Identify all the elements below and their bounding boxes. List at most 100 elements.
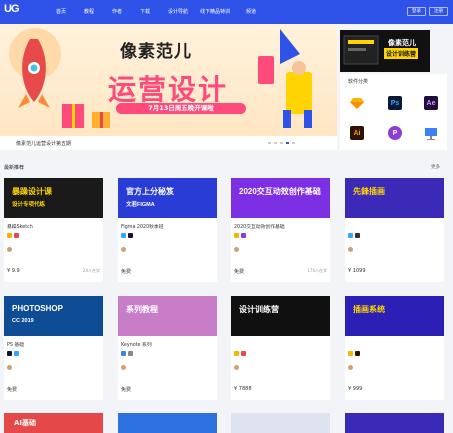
software-badge-icon [7, 351, 12, 356]
course-card-partial[interactable]: AI基础 [4, 413, 103, 433]
course-thumbnail[interactable]: PHOTOSHOP CC 2019 [4, 296, 103, 336]
main-nav: 首页 教程 作者 下载 设计导航 线下精品特训 频道 [56, 8, 274, 15]
software-badge-icon [348, 233, 353, 238]
learner-count: 176人在学 [307, 268, 327, 273]
nav-item-authors[interactable]: 作者 [112, 8, 140, 15]
course-card[interactable]: 先鋒插画 ¥ 1099 [345, 178, 444, 282]
photoshop-icon[interactable]: Ps [388, 96, 402, 110]
course-software-icons [348, 351, 360, 356]
course-title[interactable]: 2020交互动效创作基础 [234, 223, 285, 230]
software-badge-icon [241, 233, 246, 238]
sketch-icon[interactable] [350, 96, 364, 110]
course-author[interactable] [121, 365, 129, 370]
site-logo[interactable]: UG [4, 3, 24, 21]
course-card[interactable]: 插画系统 ¥ 999 [345, 296, 444, 400]
course-software-icons [121, 233, 133, 238]
course-author[interactable] [234, 247, 242, 252]
course-card-partial[interactable] [118, 413, 217, 433]
banner-title: 像素范儿 [120, 42, 192, 61]
after-effects-icon[interactable]: Ae [424, 96, 438, 110]
course-price: ¥ 1099 [348, 268, 366, 274]
principle-icon[interactable]: P [388, 126, 402, 140]
banner-dot[interactable] [268, 142, 271, 144]
avatar[interactable] [121, 247, 126, 252]
course-card-partial[interactable] [345, 413, 444, 433]
software-badge-icon [234, 233, 239, 238]
nav-item-offline-training[interactable]: 线下精品特训 [200, 8, 246, 15]
banner-dot[interactable] [292, 142, 295, 144]
course-price: ¥ 999 [348, 386, 363, 392]
software-panel-title: 软件分类 [348, 79, 369, 85]
nav-item-tutorials[interactable]: 教程 [84, 8, 112, 15]
course-thumbnail[interactable]: 先鋒插画 [345, 178, 444, 218]
avatar[interactable] [7, 247, 12, 252]
course-price: 免费 [121, 387, 132, 393]
keynote-icon[interactable] [424, 126, 438, 140]
section-more-link[interactable]: 更多 [431, 164, 440, 170]
software-badge-icon [128, 233, 133, 238]
course-title[interactable]: PS 基础 [7, 341, 24, 348]
illustrator-icon[interactable]: Ai [350, 126, 364, 140]
promo-ad[interactable]: 像素范儿 设计训练营 [340, 30, 430, 72]
course-author[interactable] [348, 247, 356, 252]
course-thumbnail[interactable]: 系列教程 [118, 296, 217, 336]
nav-item-channel[interactable]: 频道 [246, 8, 274, 15]
course-thumbnail[interactable]: 设计训练营 [231, 296, 330, 336]
thumbnail-subline: 文若FIGMA [126, 202, 155, 208]
software-badge-icon [355, 233, 360, 238]
nav-item-downloads[interactable]: 下载 [140, 8, 168, 15]
hero-banner[interactable]: 像素范儿 运营设计 7月13日周五晚开课啦 [0, 24, 337, 136]
avatar[interactable] [348, 247, 353, 252]
course-title[interactable]: 暴躁Sketch [7, 223, 33, 230]
section-title: 最新推荐 [4, 165, 25, 171]
course-card[interactable]: PHOTOSHOP CC 2019 PS 基础 免费 [4, 296, 103, 400]
course-title[interactable]: Keynote 系列 [121, 341, 152, 348]
software-badge-icon [14, 351, 19, 356]
course-thumbnail[interactable]: 暴躁设计课 设计专项代练 [4, 178, 103, 218]
avatar[interactable] [7, 365, 12, 370]
avatar[interactable] [348, 365, 353, 370]
software-badge-icon [348, 351, 353, 356]
banner-dot-active[interactable] [286, 142, 289, 144]
course-card[interactable]: 2020交互动效创作基础 2020交互动效创作基础 免费 176人在学 [231, 178, 330, 282]
software-badge-icon [355, 351, 360, 356]
course-card[interactable]: 暴躁设计课 设计专项代练 暴躁Sketch ¥ 9.9 24人在学 [4, 178, 103, 282]
course-author[interactable] [7, 365, 15, 370]
course-thumbnail[interactable]: 官方上分秘笈 文若FIGMA [118, 178, 217, 218]
thumbnail-headline: 先鋒插画 [353, 187, 385, 196]
course-card[interactable]: 设计训练营 ¥ 7888 [231, 296, 330, 400]
course-thumbnail[interactable]: 插画系统 [345, 296, 444, 336]
course-software-icons [234, 351, 246, 356]
course-thumbnail[interactable]: 2020交互动效创作基础 [231, 178, 330, 218]
course-card[interactable]: 官方上分秘笈 文若FIGMA Figma 2020秋季班 免费 [118, 178, 217, 282]
banner-dot[interactable] [274, 142, 277, 144]
nav-item-design-nav[interactable]: 设计导航 [168, 8, 200, 15]
course-card-partial[interactable] [231, 413, 330, 433]
software-badge-icon [7, 233, 12, 238]
banner-dot[interactable] [280, 142, 283, 144]
course-author[interactable] [348, 365, 356, 370]
nav-item-home[interactable]: 首页 [56, 8, 84, 15]
course-author[interactable] [7, 247, 15, 252]
course-author[interactable] [234, 365, 242, 370]
avatar[interactable] [234, 247, 239, 252]
course-price: 免费 [234, 269, 245, 275]
register-button[interactable]: 注册 [429, 7, 448, 16]
course-software-icons [7, 233, 19, 238]
login-button[interactable]: 登录 [407, 7, 426, 16]
software-badge-icon [128, 351, 133, 356]
course-author[interactable] [121, 247, 129, 252]
course-price: ¥ 7888 [234, 386, 252, 392]
thumbnail-headline: 插画系统 [353, 305, 385, 314]
course-title[interactable]: Figma 2020秋季班 [121, 223, 164, 230]
course-card[interactable]: 系列教程 Keynote 系列 免费 [118, 296, 217, 400]
banner-subtitle: 运营设计 [108, 74, 229, 105]
avatar[interactable] [121, 365, 126, 370]
thumbnail-headline: 设计训练营 [239, 305, 279, 314]
thumbnail-headline: 系列教程 [126, 305, 158, 314]
banner-pagination [268, 142, 295, 144]
avatar[interactable] [234, 365, 239, 370]
banner-caption[interactable]: 像素范儿运营设计第五期 [16, 140, 71, 147]
learner-count: 24人在学 [82, 268, 100, 273]
software-badge-icon [241, 351, 246, 356]
